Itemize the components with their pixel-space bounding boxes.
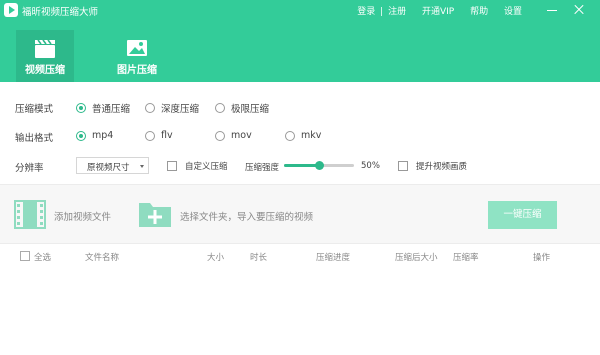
- radio-deep-compress[interactable]: 深度压缩: [145, 101, 199, 115]
- compress-mode-label: 压缩模式: [15, 104, 54, 115]
- settings-link[interactable]: 设置: [504, 4, 522, 17]
- menu-separator: |: [380, 7, 384, 17]
- radio-label: mkv: [301, 130, 322, 141]
- add-video-file-button[interactable]: 添加视频文件: [54, 209, 111, 223]
- app-logo-icon: [4, 3, 18, 17]
- checkbox-icon: [167, 161, 177, 171]
- select-all-checkbox[interactable]: [20, 251, 30, 261]
- column-duration: 时长: [250, 253, 268, 263]
- radio-format-flv[interactable]: flv: [145, 130, 173, 141]
- action-toolbar: 添加视频文件 选择文件夹，导入要压缩的视频 一键压缩: [0, 184, 600, 244]
- radio-label: 极限压缩: [231, 104, 270, 115]
- help-link[interactable]: 帮助: [470, 4, 488, 17]
- file-list: [0, 268, 600, 355]
- checkbox-label: 自定义压缩: [185, 162, 228, 172]
- chevron-down-icon: [140, 165, 144, 168]
- radio-label: flv: [161, 130, 173, 141]
- resolution-select[interactable]: 原视频尺寸: [76, 157, 149, 174]
- film-icon[interactable]: [14, 200, 46, 229]
- radio-label: mp4: [92, 130, 114, 141]
- custom-compress-checkbox[interactable]: 自定义压缩: [167, 160, 228, 172]
- radio-format-mp4[interactable]: mp4: [76, 130, 113, 141]
- output-format-label: 输出格式: [15, 133, 54, 144]
- radio-extreme-compress[interactable]: 极限压缩: [215, 101, 269, 115]
- column-file-name: 文件名称: [85, 253, 120, 263]
- file-table-header: 全选 文件名称 大小 时长 压缩进度 压缩后大小 压缩率 操作: [0, 244, 600, 268]
- column-compress-rate: 压缩率: [453, 253, 479, 263]
- close-icon[interactable]: [572, 3, 586, 17]
- options-panel: 压缩模式 普通压缩 深度压缩 极限压缩 输出格式 mp4 flv mov mkv…: [0, 82, 600, 182]
- tab-label: 视频压缩: [25, 65, 65, 76]
- checkbox-icon: [398, 161, 408, 171]
- radio-unchecked-icon: [285, 130, 295, 141]
- radio-label: 普通压缩: [92, 104, 131, 115]
- compress-strength-value: 50%: [361, 161, 380, 171]
- tab-image-compress[interactable]: 图片压缩: [106, 30, 168, 82]
- column-actions: 操作: [533, 253, 551, 263]
- radio-unchecked-icon: [145, 103, 155, 113]
- checkbox-label: 提升视频画质: [416, 162, 468, 172]
- resolution-label: 分辨率: [15, 163, 44, 174]
- column-progress: 压缩进度: [316, 253, 351, 263]
- radio-format-mov[interactable]: mov: [215, 130, 252, 141]
- minimize-icon[interactable]: [545, 3, 559, 17]
- radio-label: 深度压缩: [161, 104, 200, 115]
- radio-unchecked-icon: [215, 130, 225, 141]
- login-link[interactable]: 登录: [357, 4, 375, 17]
- column-size: 大小: [207, 253, 225, 263]
- vip-link[interactable]: 开通VIP: [422, 4, 454, 17]
- title-bar: 福昕视频压缩大师 登录 | 注册 开通VIP 帮助 设置: [0, 0, 600, 22]
- radio-label: mov: [231, 130, 252, 141]
- radio-checked-icon: [76, 130, 86, 141]
- column-compressed-size: 压缩后大小: [395, 253, 438, 263]
- image-icon: [127, 40, 147, 56]
- folder-add-icon[interactable]: [138, 200, 172, 228]
- header-bar: 福昕视频压缩大师 登录 | 注册 开通VIP 帮助 设置 视频压缩 图片压缩: [0, 0, 600, 82]
- compress-strength-label: 压缩强度: [245, 163, 280, 173]
- select-folder-button[interactable]: 选择文件夹，导入要压缩的视频: [180, 209, 313, 223]
- app-title: 福昕视频压缩大师: [22, 7, 99, 18]
- enhance-quality-checkbox[interactable]: 提升视频画质: [398, 160, 467, 172]
- tab-video-compress[interactable]: 视频压缩: [16, 30, 74, 82]
- radio-checked-icon: [76, 103, 86, 113]
- resolution-value: 原视频尺寸: [87, 163, 130, 173]
- radio-unchecked-icon: [145, 130, 155, 141]
- register-link[interactable]: 注册: [388, 4, 406, 17]
- clapperboard-icon: [35, 39, 55, 58]
- tab-label: 图片压缩: [117, 65, 157, 76]
- slider-handle[interactable]: [315, 161, 324, 170]
- radio-format-mkv[interactable]: mkv: [285, 130, 321, 141]
- top-menu: 登录 | 注册 开通VIP 帮助 设置: [357, 4, 522, 17]
- one-click-compress-button[interactable]: 一键压缩: [488, 201, 557, 229]
- radio-normal-compress[interactable]: 普通压缩: [76, 101, 130, 115]
- radio-unchecked-icon: [215, 103, 225, 113]
- select-all-label: 全选: [34, 253, 52, 263]
- compress-strength-slider[interactable]: [284, 161, 354, 170]
- slider-fill: [284, 164, 319, 167]
